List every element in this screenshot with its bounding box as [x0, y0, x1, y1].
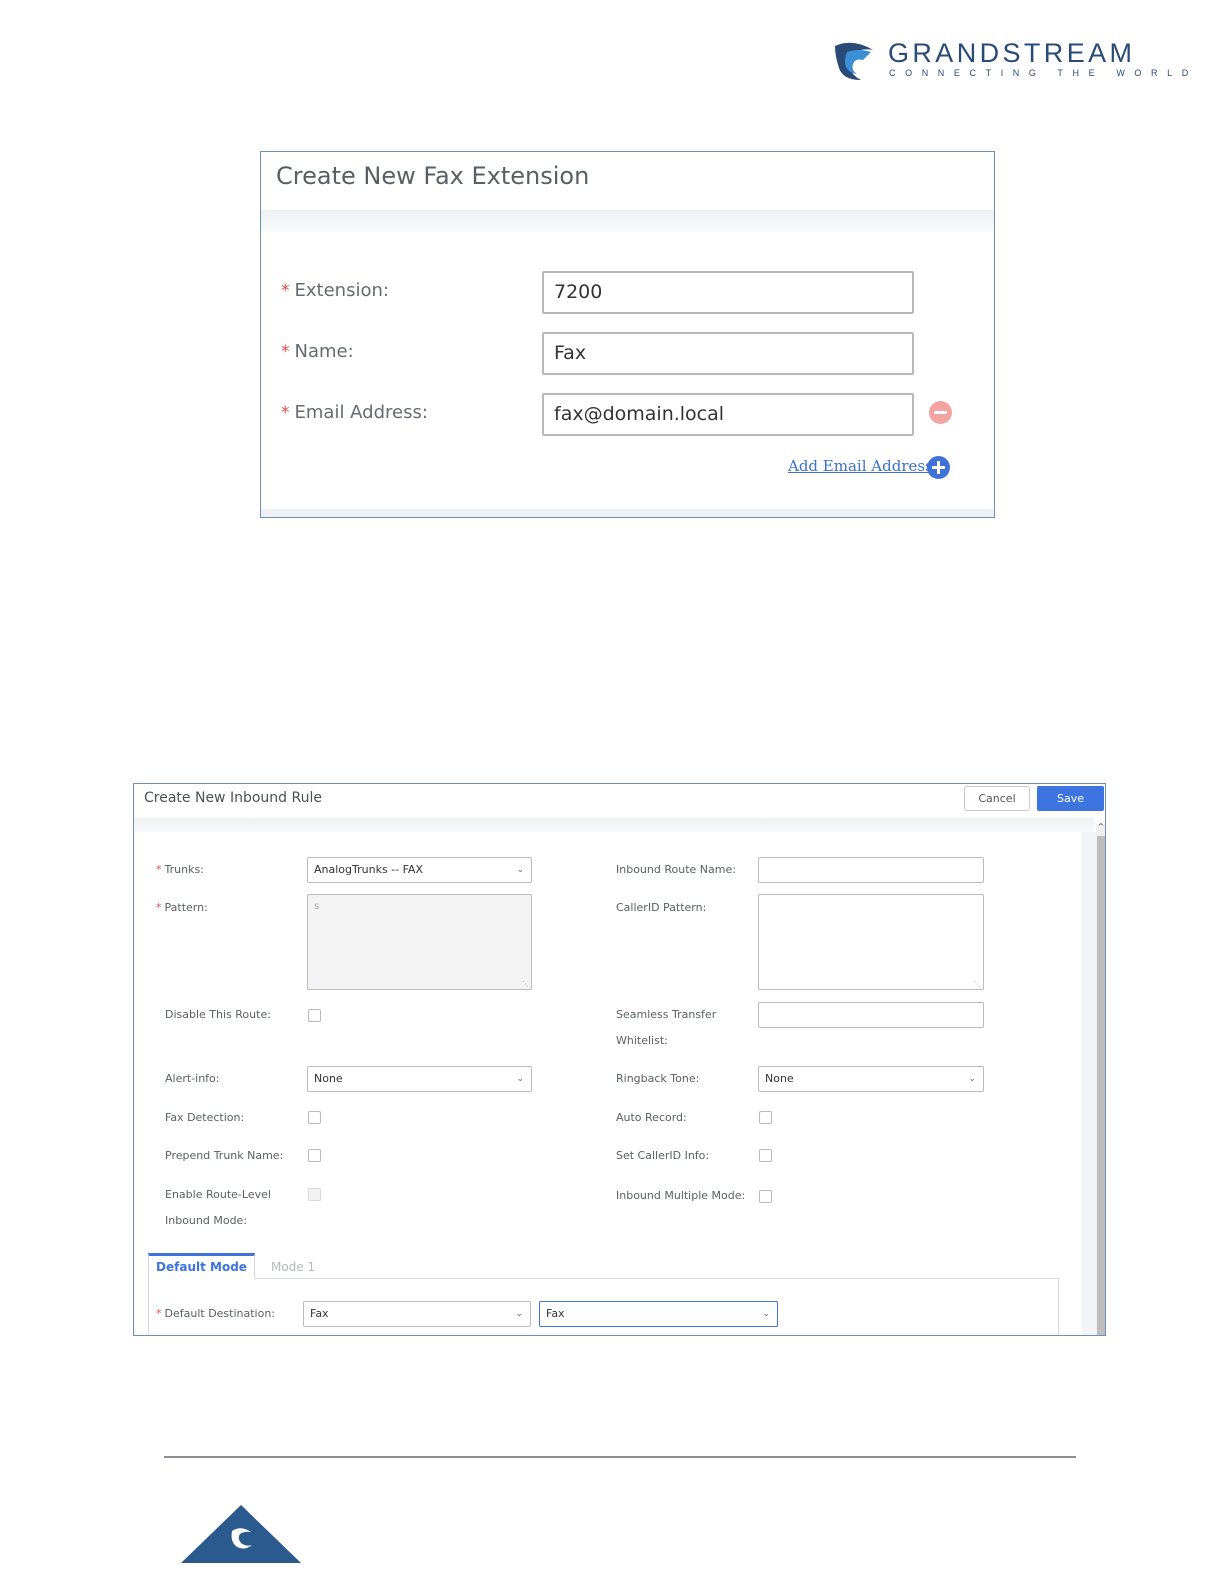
set-callerid-info-checkbox[interactable]: [759, 1149, 772, 1162]
inbound-rule-dialog: Create New Inbound Rule Cancel Save ^ * T…: [133, 783, 1106, 1336]
prepend-trunk-name-label: Prepend Trunk Name:: [165, 1149, 284, 1162]
route-level-mode-label: Enable Route-Level: [165, 1188, 271, 1201]
dialog-title: Create New Inbound Rule: [144, 790, 322, 806]
title-divider: [134, 818, 1094, 832]
grandstream-swoosh-icon: [835, 42, 873, 80]
route-level-mode-label-cont: Inbound Mode:: [165, 1214, 248, 1227]
pattern-label: * Pattern:: [156, 901, 208, 914]
extension-field[interactable]: 7200: [542, 271, 914, 314]
fax-detection-checkbox[interactable]: [308, 1111, 321, 1124]
alert-info-label: Alert-info:: [165, 1072, 220, 1085]
tab-default-mode[interactable]: Default Mode: [148, 1253, 255, 1279]
add-email-link[interactable]: Add Email Address: [788, 457, 933, 475]
inbound-multiple-mode-checkbox[interactable]: [759, 1190, 772, 1203]
auto-record-checkbox[interactable]: [759, 1111, 772, 1124]
route-name-label: Inbound Route Name:: [616, 863, 736, 876]
email-label: * Email Address:: [281, 402, 428, 423]
auto-record-label: Auto Record:: [616, 1111, 687, 1124]
callerid-pattern-textarea[interactable]: ⋱: [758, 894, 984, 990]
resize-grip-icon[interactable]: ⋱: [522, 980, 529, 988]
panel-footer-band: [261, 509, 994, 517]
disable-route-label: Disable This Route:: [165, 1008, 271, 1021]
default-destination-label: * Default Destination:: [156, 1307, 276, 1320]
name-label: * Name:: [281, 341, 354, 362]
seamless-transfer-label: Seamless Transfer: [616, 1008, 717, 1021]
brand-tagline: CONNECTING THE WORLD: [889, 68, 1198, 78]
route-name-field[interactable]: [758, 857, 984, 883]
email-field[interactable]: fax@domain.local: [542, 393, 914, 436]
destination-target-select[interactable]: Fax ⌄: [539, 1301, 778, 1327]
tab-panel-border: [148, 1278, 149, 1335]
brand-name: GRANDSTREAM: [888, 38, 1136, 68]
grandstream-footer-icon: [181, 1505, 301, 1563]
scroll-up-icon[interactable]: ^: [1097, 822, 1105, 832]
grandstream-logo: GRANDSTREAM CONNECTING THE WORLD: [833, 38, 1188, 84]
destination-type-select[interactable]: Fax ⌄: [303, 1301, 531, 1327]
trunks-select[interactable]: AnalogTrunks -- FAX ⌄: [307, 857, 532, 883]
disable-route-checkbox[interactable]: [308, 1009, 321, 1022]
prepend-trunk-name-checkbox[interactable]: [308, 1149, 321, 1162]
required-marker: *: [281, 342, 290, 362]
set-callerid-info-label: Set CallerID Info:: [616, 1149, 710, 1162]
fax-extension-dialog: Create New Fax Extension * Extension: 720…: [260, 151, 995, 518]
required-marker: *: [281, 281, 290, 301]
chevron-down-icon: ⌄: [515, 1309, 523, 1319]
seamless-transfer-label-cont: Whitelist:: [616, 1034, 668, 1047]
tab-bar-divider: [148, 1278, 1059, 1279]
required-marker: *: [281, 403, 290, 423]
chevron-down-icon: ⌄: [762, 1309, 770, 1319]
save-button[interactable]: Save: [1037, 786, 1104, 811]
route-level-mode-checkbox[interactable]: [308, 1188, 321, 1201]
name-field[interactable]: Fax: [542, 332, 914, 375]
content-gutter: [1082, 832, 1096, 1335]
scrollbar-thumb[interactable]: [1097, 836, 1105, 1335]
alert-info-select[interactable]: None ⌄: [307, 1066, 532, 1092]
ringback-tone-select[interactable]: None ⌄: [758, 1066, 984, 1092]
seamless-transfer-field[interactable]: [758, 1002, 984, 1028]
inbound-multiple-mode-label: Inbound Multiple Mode:: [616, 1189, 746, 1202]
resize-grip-icon[interactable]: ⋱: [974, 980, 981, 988]
fax-detection-label: Fax Detection:: [165, 1111, 245, 1124]
trunks-label: * Trunks:: [156, 863, 204, 876]
chevron-down-icon: ⌄: [516, 865, 524, 875]
callerid-pattern-label: CallerID Pattern:: [616, 901, 707, 914]
add-email-icon[interactable]: [927, 456, 950, 479]
footer-divider: [164, 1456, 1076, 1458]
title-divider: [261, 210, 994, 232]
dialog-title: Create New Fax Extension: [276, 162, 590, 190]
chevron-down-icon: ⌄: [968, 1074, 976, 1084]
tab-panel-border: [1058, 1278, 1059, 1335]
pattern-textarea[interactable]: s ⋱: [307, 894, 532, 990]
ringback-tone-label: Ringback Tone:: [616, 1072, 700, 1085]
chevron-down-icon: ⌄: [516, 1074, 524, 1084]
remove-email-icon[interactable]: [929, 401, 952, 424]
cancel-button[interactable]: Cancel: [964, 786, 1030, 811]
tab-mode-1[interactable]: Mode 1: [271, 1256, 315, 1278]
extension-label: * Extension:: [281, 280, 389, 301]
